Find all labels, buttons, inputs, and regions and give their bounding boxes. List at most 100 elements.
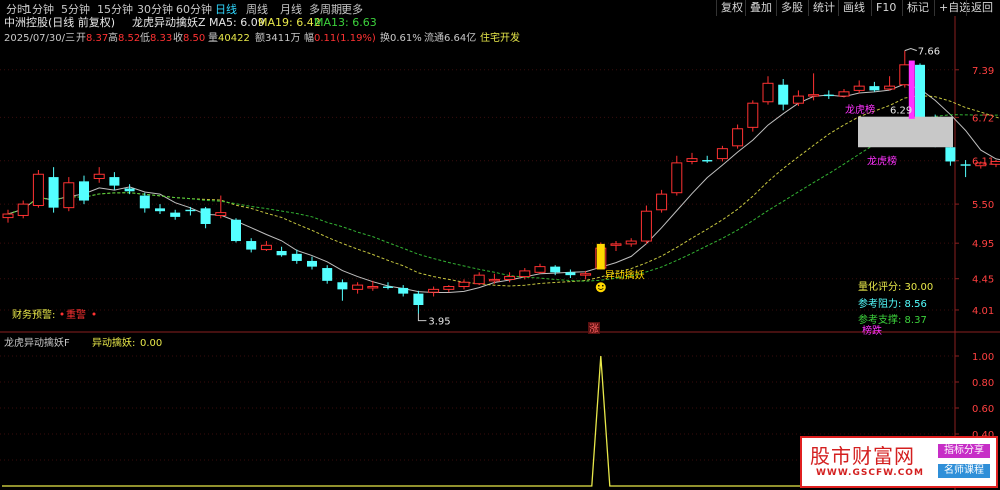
toolbar-button-1[interactable]: 叠加 [745,0,776,16]
candle-body-49 [747,102,759,128]
candle-body-19 [291,253,302,261]
resist-label: 参考阻力: 8.56 [858,297,927,310]
toolbar-button-4[interactable]: 画线 [838,0,869,16]
candle-body-18 [276,250,287,256]
candle-body-50 [762,82,774,103]
candle-body-44 [671,162,683,194]
candle-body-35 [534,266,546,273]
candle-body-26 [398,287,409,294]
candle-body-17 [260,244,272,251]
candle-body-27 [413,293,424,305]
ma13-label: MA13: 6.63 [314,16,377,29]
candle-body-30 [458,281,470,288]
candle-body-29 [443,286,455,290]
candle-body-56 [853,85,865,91]
period-toolbar: 分时 1分钟 5分钟 15分钟 30分钟 60分钟 日线 周线 月线 多周期 更多 复权 叠加 多股 统计画… [0,0,1000,16]
score-label: 量化评分: 30.00 [858,280,933,293]
candle-body-3 [48,177,59,208]
candle-body-58 [884,85,896,90]
stock-title: 中洲控股(日线 前复权) [4,16,115,29]
timeframe-tab-7[interactable]: 周线 [246,1,268,17]
timeframe-tab-2[interactable]: 5分钟 [61,1,90,17]
candle-body-37 [565,272,576,276]
candle-body-2 [32,173,44,207]
toolbar-button-3[interactable]: 统计 [808,0,839,16]
finance-warning-label: 财务预警: [12,308,55,321]
candle-47 [716,145,728,162]
candle-body-32 [488,278,500,282]
warning-dot-2 [92,312,96,316]
zhang-badge: 涨 [589,323,599,335]
timeframe-tab-3[interactable]: 15分钟 [97,1,133,17]
ma19-label: MA19: 6.42 [258,16,321,29]
candle-body-21 [322,268,333,281]
candle-body-11 [170,212,181,217]
timeframe-tab-1[interactable]: 1分钟 [25,1,54,17]
candle-body-53 [808,94,820,97]
smiley-icon [595,282,606,293]
toolbar-button-2[interactable]: 多股 [776,0,807,16]
candle-body-52 [792,95,804,104]
toolbar-button-8[interactable]: 返回 [966,0,997,16]
timeframe-tab-5[interactable]: 60分钟 [176,1,212,17]
price-tick-label-1: 6.72 [972,113,994,124]
candle-body-28 [428,288,440,293]
candle-body-46 [702,160,713,162]
candle-body-1 [17,203,29,216]
toolbar-button-5[interactable]: F10 [871,0,900,16]
candle-body-16 [246,241,257,250]
high-marker-label: 7.66 [918,47,940,58]
candle-body-24 [367,286,379,289]
price-tick-label-3: 5.50 [972,200,994,211]
candle-body-7 [109,177,120,186]
price-tick-label-2: 6.11 [972,157,994,168]
candle-body-34 [519,270,531,278]
candle-body-45 [686,158,698,162]
candle-body-25 [383,286,393,288]
candle-body-62 [945,147,956,162]
timeframe-tab-9[interactable]: 多周期 [309,1,342,17]
timeframe-tab-8[interactable]: 月线 [280,1,302,17]
candle-body-31 [473,274,485,285]
candle-body-9 [139,195,150,209]
price-tick-label-4: 4.95 [972,239,994,250]
smiley-face [595,282,606,293]
candle-body-23 [352,284,364,290]
candle-body-14 [215,212,227,216]
low-marker-label: 3.95 [428,317,450,328]
longhu-label-upper: 龙虎榜 [845,103,875,116]
price-zone-box [858,116,953,148]
candle-42 [640,205,652,244]
watermark-tag-course: 名师课程 [938,464,990,478]
timeframe-tab-4[interactable]: 30分钟 [137,1,173,17]
candle-body-36 [550,266,561,273]
toolbar-button-0[interactable]: 复权 [716,0,747,16]
candle-body-47 [716,148,728,160]
lower-tick-label-1: 0.80 [972,378,994,389]
watermark-tag-share: 指标分享 [938,444,990,458]
candle-body-8 [124,188,135,192]
candle-body-40 [610,243,622,246]
timeframe-tab-10[interactable]: 更多 [341,1,363,17]
candle-body-38 [580,273,592,276]
candle-body-4 [63,182,75,209]
candle-body-12 [185,209,196,212]
candle-body-6 [93,173,105,180]
timeframe-tab-6[interactable]: 日线 [215,1,237,17]
candle-body-13 [200,208,211,224]
candle-49 [747,100,759,132]
candle-body-42 [640,210,652,242]
candle-body-33 [504,276,516,280]
candle-body-41 [625,240,637,245]
toolbar-button-6[interactable]: 标记 [902,0,933,16]
longhu-label-lower: 龙虎榜 [867,155,897,168]
price-tick-label-0: 7.39 [972,66,994,77]
candle-2 [32,169,44,208]
support-label: 参考支撑: 8.37 [858,313,927,326]
candle-body-63 [960,164,971,166]
candle-body-43 [656,193,668,211]
candle-body-5 [79,181,89,201]
candle-body-55 [838,91,850,97]
candle-body-60 [915,64,925,118]
candle-body-48 [732,128,744,147]
